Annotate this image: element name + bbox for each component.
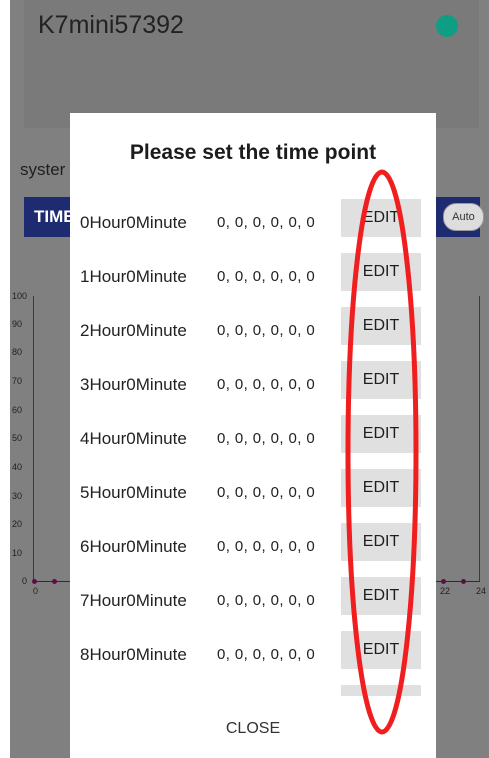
time-row: 9Hour0Minute 0, 10, 0, 0, 0, 0 EDIT <box>70 684 436 738</box>
chart-point <box>461 579 466 584</box>
y-tick-label: 80 <box>12 347 23 357</box>
auto-toggle[interactable]: Auto <box>443 203 484 231</box>
x-tick-label: 0 <box>33 586 39 596</box>
left-margin <box>0 0 10 758</box>
y-tick-label: 60 <box>12 405 23 415</box>
time-row-label: 1Hour0Minute <box>80 267 187 286</box>
time-row-values: 0, 0, 0, 0, 0, 0 <box>217 322 316 339</box>
chart-point <box>32 579 37 584</box>
time-row-values: 0, 0, 0, 0, 0, 0 <box>217 538 316 555</box>
status-dot-icon <box>436 15 458 37</box>
y-tick-label: 50 <box>12 433 23 443</box>
system-label: syster <box>20 160 66 179</box>
y-tick-label: 90 <box>12 319 23 329</box>
time-row: 0Hour0Minute 0, 0, 0, 0, 0, 0 EDIT <box>70 198 436 252</box>
time-row-label: 7Hour0Minute <box>80 591 187 610</box>
y-tick-label: 100 <box>12 291 28 301</box>
time-row-label: 5Hour0Minute <box>80 483 187 502</box>
chart-point <box>52 579 57 584</box>
x-tick-label: 22 <box>440 586 451 596</box>
y-tick-label: 70 <box>12 376 23 386</box>
chart-right-axis <box>479 296 480 582</box>
time-row: 2Hour0Minute 0, 0, 0, 0, 0, 0 EDIT <box>70 306 436 360</box>
time-row-label: 8Hour0Minute <box>80 645 187 664</box>
edit-button[interactable]: EDIT <box>341 469 421 507</box>
x-tick-label: 24 <box>476 586 487 596</box>
time-row: 3Hour0Minute 0, 0, 0, 0, 0, 0 EDIT <box>70 360 436 414</box>
time-row: 1Hour0Minute 0, 0, 0, 0, 0, 0 EDIT <box>70 252 436 306</box>
time-row-label: 0Hour0Minute <box>80 213 187 232</box>
edit-button[interactable]: EDIT <box>341 199 421 237</box>
device-name: K7mini57392 <box>38 11 184 39</box>
y-tick-label: 20 <box>12 519 23 529</box>
time-row-values: 0, 0, 0, 0, 0, 0 <box>217 484 316 501</box>
time-row-label: 6Hour0Minute <box>80 537 187 556</box>
tab-time[interactable]: TIME <box>24 197 75 237</box>
time-row-values: 0, 0, 0, 0, 0, 0 <box>217 214 316 231</box>
edit-button[interactable]: EDIT <box>341 631 421 669</box>
y-tick-label: 30 <box>12 491 23 501</box>
time-row: 8Hour0Minute 0, 0, 0, 0, 0, 0 EDIT <box>70 630 436 684</box>
y-tick-label: 0 <box>22 576 28 586</box>
time-row-values: 0, 0, 0, 0, 0, 0 <box>217 592 316 609</box>
edit-button[interactable]: EDIT <box>341 577 421 615</box>
y-tick-label: 10 <box>12 548 23 558</box>
chart-point <box>441 579 446 584</box>
time-row-label: 9Hour0Minute <box>80 699 187 718</box>
time-row-values: 0, 0, 0, 0, 0, 0 <box>217 430 316 447</box>
time-row-values: 0, 10, 0, 0, 0, 0 <box>217 700 324 717</box>
time-row-label: 4Hour0Minute <box>80 429 187 448</box>
time-row: 6Hour0Minute 0, 0, 0, 0, 0, 0 EDIT <box>70 522 436 576</box>
time-row-label: 3Hour0Minute <box>80 375 187 394</box>
time-row-values: 0, 0, 0, 0, 0, 0 <box>217 268 316 285</box>
chart-y-axis <box>33 296 34 582</box>
time-row-values: 0, 0, 0, 0, 0, 0 <box>217 376 316 393</box>
time-row-values: 0, 0, 0, 0, 0, 0 <box>217 646 316 663</box>
time-row: 4Hour0Minute 0, 0, 0, 0, 0, 0 EDIT <box>70 414 436 468</box>
edit-button[interactable]: EDIT <box>341 523 421 561</box>
time-row-label: 2Hour0Minute <box>80 321 187 340</box>
edit-button[interactable]: EDIT <box>341 253 421 291</box>
y-tick-label: 40 <box>12 462 23 472</box>
time-row: 7Hour0Minute 0, 0, 0, 0, 0, 0 EDIT <box>70 576 436 630</box>
edit-button[interactable]: EDIT <box>341 685 421 723</box>
time-row: 5Hour0Minute 0, 0, 0, 0, 0, 0 EDIT <box>70 468 436 522</box>
edit-button[interactable]: EDIT <box>341 307 421 345</box>
edit-button[interactable]: EDIT <box>341 361 421 399</box>
time-point-dialog: Please set the time point 0Hour0Minute 0… <box>70 113 436 758</box>
edit-button[interactable]: EDIT <box>341 415 421 453</box>
dialog-title: Please set the time point <box>129 141 377 164</box>
